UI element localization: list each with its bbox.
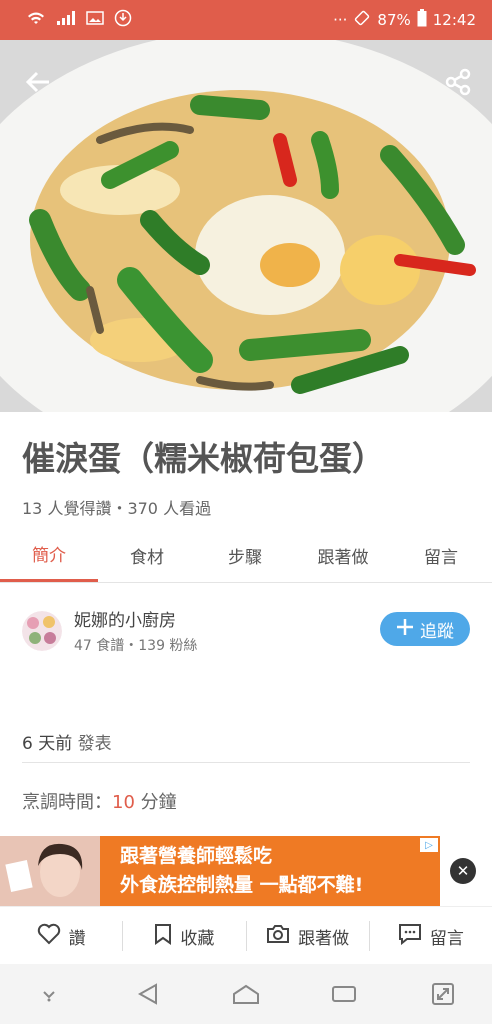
recipe-title: 催淚蛋（糯米椒荷包蛋） [22, 439, 385, 478]
heart-icon [37, 923, 61, 950]
more-dots: ··· [333, 11, 348, 29]
system-nav-bar [0, 964, 492, 1024]
image-icon [86, 10, 104, 30]
home-icon[interactable] [226, 974, 266, 1014]
posted-time: 6 天前 [22, 734, 73, 754]
tab-bar: 簡介 食材 步驟 跟著做 留言 [0, 528, 492, 582]
ad-text: 跟著營養師輕鬆吃 外食族控制熱量 一點都不難! [100, 842, 363, 900]
author-card[interactable]: 妮娜的小廚房 47 食譜・139 粉絲 [22, 606, 197, 655]
recipe-stats: 13 人覺得讚・370 人看過 [22, 499, 212, 518]
like-label: 讚 [68, 928, 86, 949]
download-icon [114, 9, 132, 31]
tab-steps[interactable]: 步驟 [196, 528, 294, 582]
follow-cook-label: 跟著做 [298, 928, 350, 949]
collect-button[interactable]: 收藏 [123, 921, 247, 951]
like-button[interactable]: 讚 [0, 921, 124, 951]
comment-button[interactable]: 留言 [370, 921, 492, 951]
tab-ingredients[interactable]: 食材 [98, 528, 196, 582]
avatar[interactable] [22, 610, 62, 651]
share-icon[interactable] [440, 64, 476, 100]
plus-icon [396, 618, 414, 641]
ad-banner[interactable]: 跟著營養師輕鬆吃 外食族控制熱量 一點都不難! ▷ ✕ [0, 836, 492, 906]
status-bar: ··· 87% 12:42 [0, 0, 492, 40]
ad-info-icon[interactable]: ▷ [420, 838, 438, 852]
ad-photo [0, 836, 100, 906]
author-meta: 47 食譜・139 粉絲 [74, 638, 198, 654]
posted-info: 6 天前 發表 [22, 729, 112, 754]
battery-icon [417, 9, 427, 31]
ad-content[interactable]: 跟著營養師輕鬆吃 外食族控制熱量 一點都不難! ▷ [0, 836, 440, 906]
follow-cook-button[interactable]: 跟著做 [247, 921, 370, 951]
camera-icon [266, 924, 290, 949]
recents-icon[interactable] [324, 974, 364, 1014]
cook-time-unit: 分鐘 [134, 792, 177, 813]
back-icon[interactable] [128, 974, 168, 1014]
collect-label: 收藏 [180, 928, 215, 949]
battery-percent: 87% [377, 11, 411, 29]
action-bar: 讚 收藏 跟著做 留言 [0, 906, 492, 965]
wifi-icon [26, 10, 46, 30]
follow-label: 追蹤 [420, 621, 454, 642]
signal-icon [56, 10, 76, 30]
cook-time: 烹調時間：10 分鐘 [22, 788, 177, 814]
tab-intro[interactable]: 簡介 [0, 528, 98, 582]
posted-suffix: 發表 [72, 734, 112, 754]
ad-line-2: 外食族控制熱量 一點都不難! [120, 874, 364, 896]
recipe-photo [0, 40, 492, 412]
clock: 12:42 [432, 11, 476, 29]
hide-nav-icon[interactable] [29, 974, 69, 1014]
comment-icon [398, 923, 422, 950]
divider [0, 582, 492, 583]
bookmark-icon [154, 923, 172, 950]
divider [22, 762, 470, 763]
back-arrow-icon[interactable] [20, 64, 56, 100]
tab-comments[interactable]: 留言 [392, 528, 490, 582]
ad-line-1: 跟著營養師輕鬆吃 [120, 845, 273, 867]
cook-time-value: 10 [112, 792, 135, 813]
follow-button[interactable]: 追蹤 [380, 612, 470, 646]
close-icon[interactable]: ✕ [450, 858, 476, 884]
vibrate-icon [353, 9, 371, 31]
comment-label: 留言 [429, 928, 464, 949]
tab-follow-cook[interactable]: 跟著做 [294, 528, 392, 582]
cook-time-label: 烹調時間： [22, 792, 112, 813]
expand-icon[interactable] [423, 974, 463, 1014]
author-name[interactable]: 妮娜的小廚房 [74, 606, 197, 631]
